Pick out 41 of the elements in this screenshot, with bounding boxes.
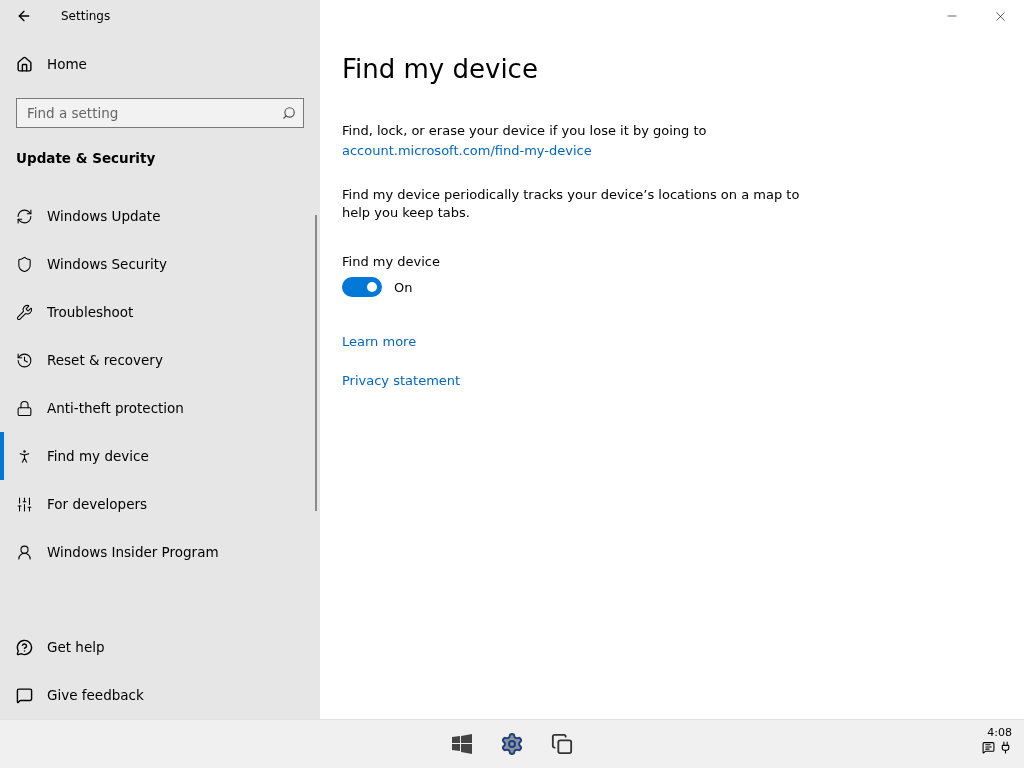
scrollbar[interactable] [315, 215, 317, 511]
home-icon [16, 55, 33, 73]
lock-icon [16, 399, 33, 417]
window-title: Settings [61, 9, 111, 23]
sidebar-item[interactable]: Troubleshoot [0, 288, 320, 336]
search-field[interactable]: Find a setting [16, 98, 304, 128]
sliders-icon [16, 495, 33, 513]
sidebar-item[interactable]: Anti-theft protection [0, 384, 320, 432]
feedback-icon [16, 686, 33, 704]
help-icon [16, 638, 33, 656]
sidebar-item[interactable]: Get help [0, 623, 320, 671]
sidebar-item[interactable]: Windows Update [0, 192, 320, 240]
windows-stack-icon [551, 733, 573, 755]
shield-icon [16, 255, 33, 273]
account-link[interactable]: account.microsoft.com/find-my-device [342, 143, 592, 158]
help-link[interactable]: Learn more [342, 333, 417, 351]
sidebar-item[interactable]: Windows Security [0, 240, 320, 288]
home-nav-item[interactable]: Home [0, 40, 320, 88]
help-link[interactable]: Privacy statement [342, 372, 461, 390]
toggle-label: Find my device [342, 254, 441, 269]
intro-text: Find, lock, or erase your device if you lose it by going to [342, 122, 708, 140]
section-heading: Update & Security [15, 149, 157, 168]
refresh-icon [16, 207, 33, 225]
description-text: Find my device periodically tracks your device’s locations on a map to help you keep tabs. [342, 186, 801, 222]
windows-logo-icon [452, 734, 472, 754]
notification-icon[interactable] [982, 741, 995, 754]
search-icon [282, 106, 296, 120]
history-icon [16, 351, 33, 369]
page-title: Find my device [342, 54, 539, 84]
clock-time: 4:08 [987, 726, 1012, 739]
sidebar-item[interactable]: Windows Insider Program [0, 528, 320, 576]
back-arrow-icon [16, 8, 32, 24]
user-icon [16, 543, 33, 561]
toggle-state-text: On [394, 279, 413, 295]
sidebar-item[interactable]: Reset & recovery [0, 336, 320, 384]
toggle-switch[interactable] [342, 277, 382, 297]
wrench-icon [16, 303, 33, 321]
sidebar-item[interactable]: For developers [0, 480, 320, 528]
gear-icon [500, 732, 524, 756]
sidebar-item[interactable]: Give feedback [0, 671, 320, 719]
plug-icon[interactable] [999, 741, 1012, 754]
